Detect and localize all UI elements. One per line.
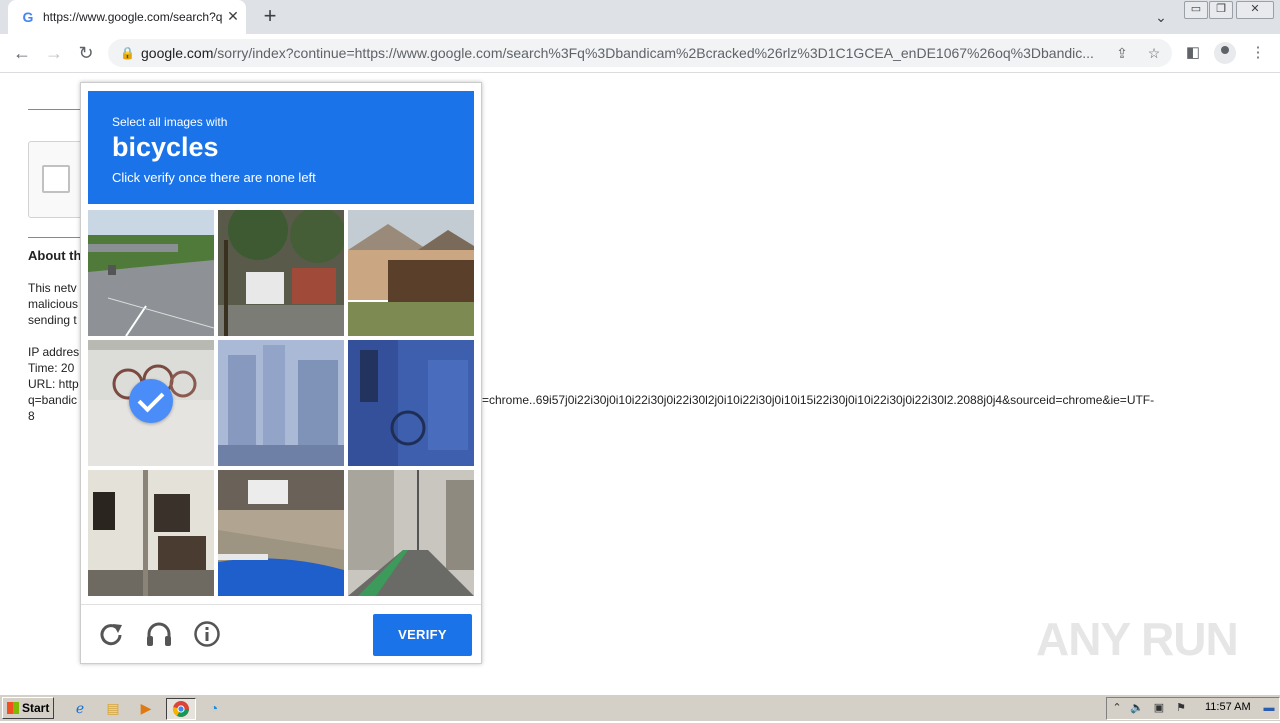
- show-desktop-icon[interactable]: ▬: [1261, 700, 1277, 716]
- windows-taskbar: Start ℯ ▤ ▶ ◔ ⌃ 🔈 ▣ ⚑ 11:57 AM ▬: [0, 694, 1280, 721]
- close-window-icon[interactable]: ✕: [1236, 1, 1274, 19]
- body-line: This netv: [28, 281, 77, 295]
- tile-houses-fence[interactable]: [348, 210, 474, 336]
- tile-city-buildings[interactable]: [218, 340, 344, 466]
- new-tab-icon[interactable]: +: [258, 5, 282, 29]
- browser-tab-bar: G https://www.google.com/search?q= ✕ + ⌄…: [0, 0, 1280, 34]
- clock[interactable]: 11:57 AM: [1205, 701, 1251, 713]
- media-player-icon[interactable]: ▶: [135, 698, 157, 718]
- windows-logo-icon: [7, 702, 19, 714]
- headphones-icon[interactable]: [144, 619, 174, 649]
- internet-explorer-icon[interactable]: ℯ: [69, 698, 91, 718]
- instruction-text: Click verify once there are none left: [112, 170, 316, 185]
- url-text: google.com/sorry/index?continue=https://…: [141, 45, 1094, 61]
- profile-avatar-icon[interactable]: [1214, 42, 1236, 64]
- tile-narrow-street[interactable]: [348, 470, 474, 596]
- url-last-line: 8: [28, 409, 35, 423]
- challenge-footer: VERIFY: [81, 604, 481, 664]
- anyrun-watermark: ANY RUN: [1036, 613, 1239, 665]
- time-line: Time: 20: [28, 361, 75, 375]
- body-line: sending t: [28, 313, 77, 327]
- reload-page-icon[interactable]: ↻: [74, 41, 98, 65]
- action-center-flag-icon[interactable]: ⚑: [1173, 700, 1189, 716]
- ip-address-line: IP addres: [28, 345, 80, 359]
- tab-close-icon[interactable]: ✕: [225, 8, 241, 24]
- tab-search-chevron-icon[interactable]: ⌄: [1150, 6, 1172, 28]
- recaptcha-checkbox[interactable]: [42, 165, 70, 193]
- info-icon[interactable]: [192, 619, 222, 649]
- divider: [28, 237, 80, 238]
- side-panel-icon[interactable]: ◧: [1183, 43, 1203, 63]
- edge-icon[interactable]: ◔: [203, 698, 225, 718]
- lock-icon[interactable]: 🔒: [120, 45, 136, 61]
- bookmark-star-icon[interactable]: ☆: [1145, 44, 1163, 62]
- restore-icon[interactable]: ❐: [1209, 1, 1233, 19]
- about-heading: About th: [28, 248, 82, 263]
- divider: [28, 109, 80, 110]
- system-tray: ⌃ 🔈 ▣ ⚑ 11:57 AM ▬: [1106, 697, 1280, 720]
- tile-highway-road[interactable]: [88, 210, 214, 336]
- share-icon[interactable]: ⇪: [1113, 44, 1131, 62]
- address-bar[interactable]: 🔒 google.com/sorry/index?continue=https:…: [108, 39, 1172, 67]
- tile-house-facade[interactable]: [88, 470, 214, 596]
- back-icon[interactable]: ←: [10, 41, 34, 65]
- menu-dots-icon[interactable]: ⋮: [1248, 43, 1268, 63]
- show-hidden-icons-icon[interactable]: ⌃: [1109, 700, 1125, 716]
- tab-title: https://www.google.com/search?q=: [43, 10, 223, 24]
- verify-button[interactable]: VERIFY: [373, 614, 472, 656]
- file-explorer-icon[interactable]: ▤: [102, 698, 124, 718]
- google-favicon-icon: G: [22, 9, 34, 25]
- prompt-text: Select all images with: [112, 115, 228, 129]
- minimize-icon[interactable]: ▭: [1184, 1, 1208, 19]
- body-line: malicious: [28, 297, 79, 311]
- chrome-taskbar-icon[interactable]: [166, 698, 196, 720]
- forward-icon[interactable]: →: [42, 41, 66, 65]
- image-grid: [88, 210, 474, 596]
- url-continuation: q=bandic: [28, 393, 78, 407]
- tile-car-garage[interactable]: [218, 470, 344, 596]
- recaptcha-challenge-popup: Select all images with bicycles Click ve…: [80, 82, 482, 664]
- challenge-header: Select all images with bicycles Click ve…: [88, 91, 474, 204]
- browser-toolbar: ← → ↻ 🔒 google.com/sorry/index?continue=…: [0, 34, 1280, 73]
- tile-trucks-street[interactable]: [218, 210, 344, 336]
- tile-parked-bicycles[interactable]: [88, 340, 214, 466]
- browser-tab[interactable]: G https://www.google.com/search?q= ✕: [8, 0, 246, 34]
- start-button[interactable]: Start: [2, 697, 54, 719]
- network-icon[interactable]: ▣: [1151, 700, 1167, 716]
- selected-checkmark-icon: [129, 379, 173, 423]
- url-continuation-right: =chrome..69i57j0i22i30j0i10i22i30j0i22i3…: [482, 393, 1155, 407]
- url-line: URL: http: [28, 377, 79, 391]
- target-object: bicycles: [112, 132, 219, 162]
- reload-icon[interactable]: [96, 619, 126, 649]
- tile-person-bicycle-wall[interactable]: [348, 340, 474, 466]
- volume-icon[interactable]: 🔈: [1129, 700, 1145, 716]
